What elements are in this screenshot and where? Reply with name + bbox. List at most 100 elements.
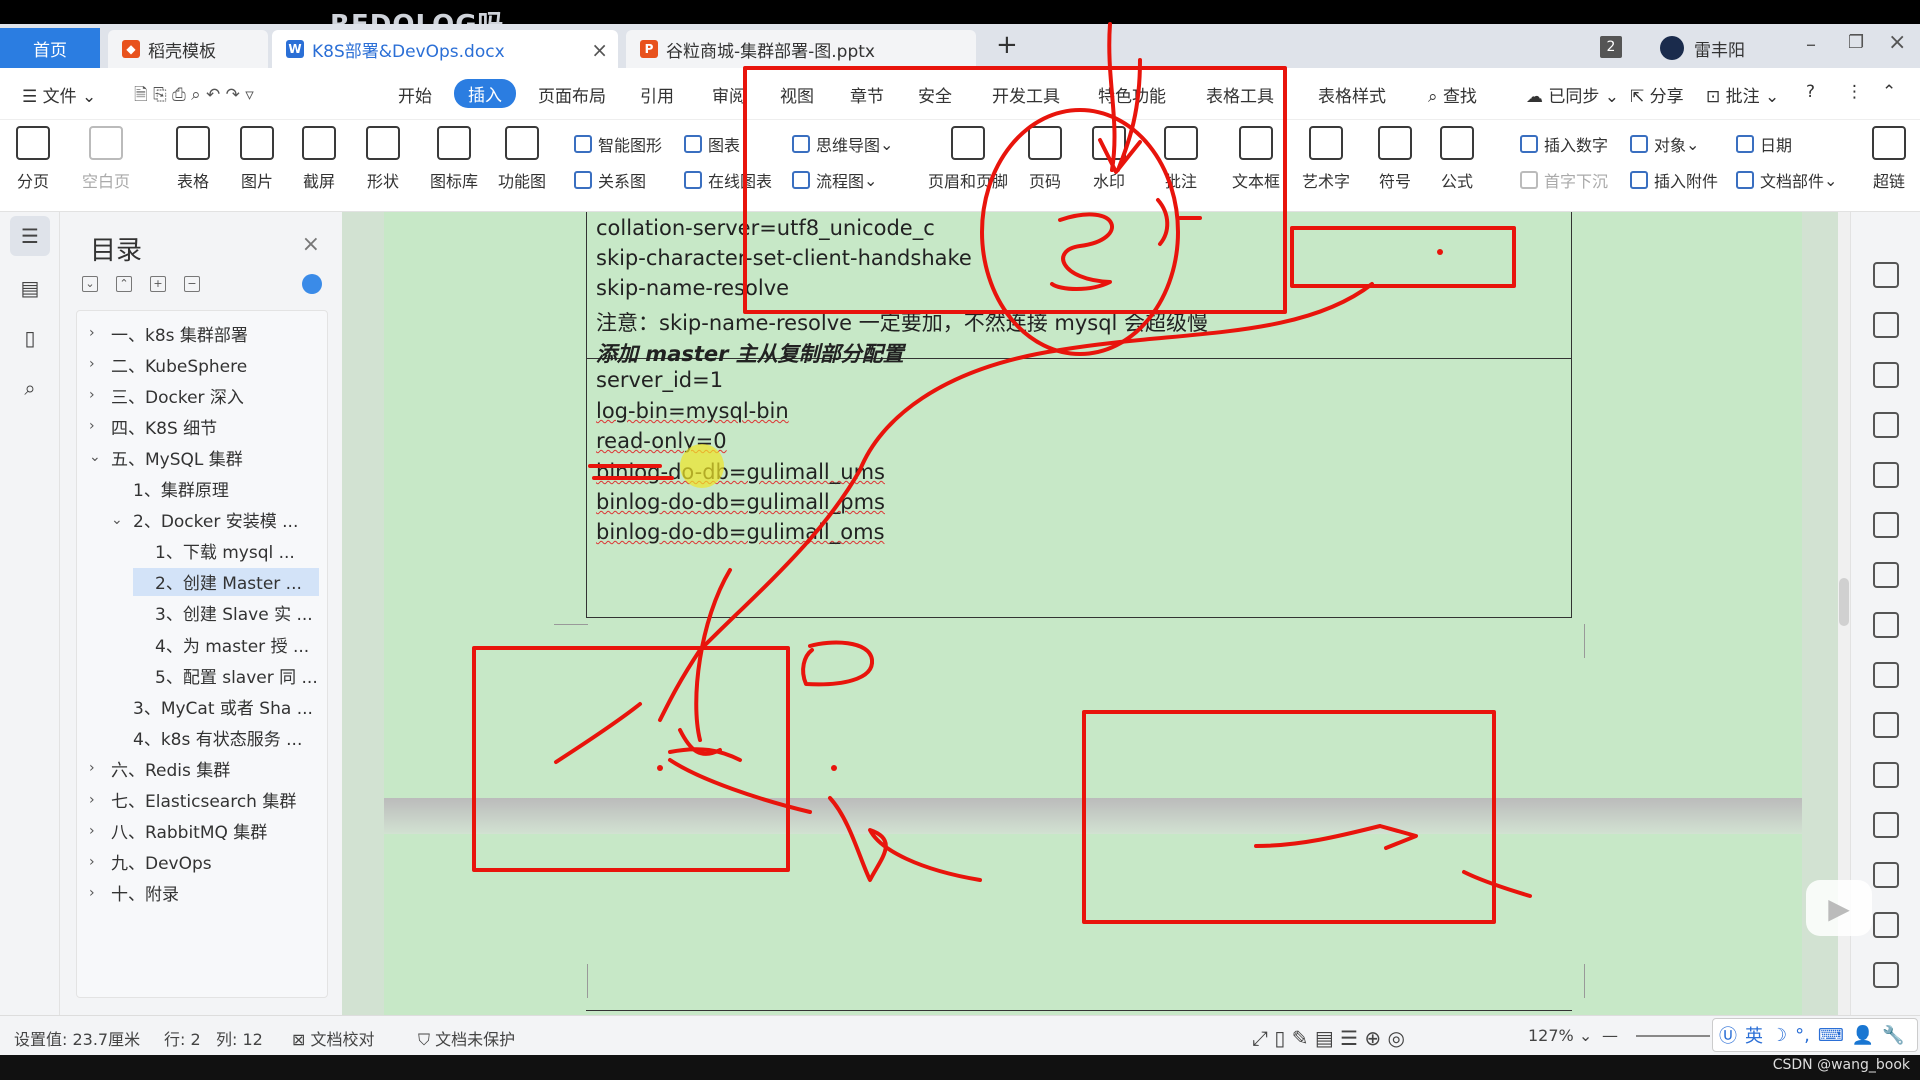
toc-item[interactable]: › 三、Docker 深入 <box>89 381 319 409</box>
chart-panel-icon[interactable] <box>1873 612 1899 638</box>
toc-item[interactable]: 5、配置 slaver 同 ... <box>133 661 319 689</box>
tab-home[interactable]: 首页 <box>0 28 100 68</box>
header-footer-button[interactable]: 页眉和页脚 <box>928 126 1008 192</box>
grid-icon[interactable] <box>1873 562 1899 588</box>
shape-panel-icon[interactable] <box>1873 412 1899 438</box>
menu-devtools[interactable]: 开发工具 <box>992 82 1060 107</box>
share-button[interactable]: ⇱ 分享 <box>1630 82 1684 107</box>
toc-item[interactable]: › 四、K8S 细节 <box>89 412 319 440</box>
toc-item[interactable]: 4、k8s 有状态服务 ... <box>111 723 319 751</box>
toc-item[interactable]: 3、MyCat 或者 Sha ... <box>111 692 319 720</box>
chevron-right-icon[interactable]: › <box>89 854 105 870</box>
flowchart-button[interactable]: 流程图 ⌄ <box>792 168 877 192</box>
chevron-right-icon[interactable]: › <box>89 356 105 372</box>
toc-sync-icon[interactable] <box>302 274 322 294</box>
table-button[interactable]: 表格 <box>176 126 210 192</box>
symbol-button[interactable]: 符号 <box>1378 126 1412 192</box>
section-title[interactable]: 添加 master 主从复制部分配置 <box>596 338 904 368</box>
chevron-right-icon[interactable]: › <box>89 823 105 839</box>
user-name[interactable]: 雷丰阳 <box>1694 36 1745 61</box>
comment-menu[interactable]: ⊡ 批注 ⌄ <box>1706 82 1779 107</box>
chevron-right-icon[interactable]: › <box>89 792 105 808</box>
menu-table-tools[interactable]: 表格工具 <box>1206 82 1274 107</box>
insert-comment-button[interactable]: 批注 <box>1164 126 1198 192</box>
code-line[interactable]: server_id=1 <box>596 368 723 392</box>
ime-toolbar[interactable]: Ⓤ 英 ☽ °, ⌨ 👤 🔧 <box>1712 1018 1918 1052</box>
toc-item[interactable]: 2、创建 Master ... <box>133 567 319 596</box>
code-line[interactable]: binlog-do-db=gulimall_ums <box>596 460 885 484</box>
chevron-right-icon[interactable]: › <box>89 387 105 403</box>
settings-icon[interactable] <box>1873 662 1899 688</box>
menu-file[interactable]: ☰ 文件 ⌄ <box>22 82 96 107</box>
code-line[interactable]: read-only=0 <box>596 429 727 453</box>
collapse-all-icon[interactable]: ⌃ <box>116 276 132 292</box>
style-icon[interactable] <box>1873 362 1899 388</box>
chevron-right-icon[interactable]: › <box>89 418 105 434</box>
more-icon[interactable]: ⋮ <box>1846 82 1863 102</box>
document-canvas[interactable]: collation-server=utf8_unicode_c skip-cha… <box>342 212 1850 1015</box>
smart-shape-button[interactable]: 智能图形 <box>574 132 662 156</box>
bookmark-icon[interactable]: ▯ <box>10 318 50 358</box>
wordart-button[interactable]: 艺术字 <box>1302 126 1350 192</box>
toc-item[interactable]: › 七、Elasticsearch 集群 <box>89 786 319 814</box>
menu-security[interactable]: 安全 <box>918 82 952 107</box>
tab-k8s-doc[interactable]: W K8S部署&DevOps.docx × <box>272 30 618 68</box>
help-icon[interactable]: ? <box>1806 82 1815 102</box>
tab-template[interactable]: ◆ 稻壳模板 <box>108 30 268 68</box>
dropcap-button[interactable]: 首字下沉 <box>1520 168 1608 192</box>
code-line[interactable]: log-bin=mysql-bin <box>596 399 789 423</box>
picture-panel-icon[interactable] <box>1873 912 1899 938</box>
toc-close-icon[interactable]: × <box>302 232 320 257</box>
menu-home[interactable]: 开始 <box>398 82 432 107</box>
page-number-button[interactable]: 页码 <box>1028 126 1062 192</box>
formula-button[interactable]: 公式 <box>1440 126 1474 192</box>
note-line[interactable]: 注意：skip-name-resolve 一定要加，不然连接 mysql 会超级… <box>596 307 1208 337</box>
menu-table-style[interactable]: 表格样式 <box>1318 82 1386 107</box>
icon-library-button[interactable]: 图标库 <box>430 126 478 192</box>
protect-status[interactable]: ⛉ 文档未保护 <box>418 1026 515 1050</box>
tab-pptx[interactable]: P 谷粒商城-集群部署-图.pptx <box>626 30 976 68</box>
add-heading-icon[interactable]: + <box>150 276 166 292</box>
toc-item[interactable]: 3、创建 Slave 实 ... <box>133 599 319 627</box>
hyperlink-button[interactable]: 超链 <box>1872 126 1906 192</box>
sync-status[interactable]: ☁ 已同步 ⌄ <box>1526 82 1619 107</box>
picture-button[interactable]: 图片 <box>240 126 274 192</box>
new-tab-button[interactable]: + <box>996 30 1018 60</box>
expand-all-icon[interactable]: ⌄ <box>82 276 98 292</box>
code-line[interactable]: binlog-do-db=gulimall_pms <box>596 490 885 514</box>
attachment-button[interactable]: 插入附件 <box>1630 168 1718 192</box>
insert-number-button[interactable]: 插入数字 <box>1520 132 1608 156</box>
page-break-button[interactable]: 分页 <box>16 126 50 192</box>
menu-reference[interactable]: 引用 <box>640 82 674 107</box>
play-overlay-icon[interactable]: ▶ <box>1806 880 1872 936</box>
chevron-right-icon[interactable]: › <box>89 885 105 901</box>
toc-item[interactable]: › 八、RabbitMQ 集群 <box>89 817 319 845</box>
shield-icon[interactable] <box>1873 962 1899 988</box>
mindmap-button[interactable]: 思维导图 ⌄ <box>792 132 893 156</box>
image-panel-icon[interactable] <box>1873 712 1899 738</box>
toc-item[interactable]: › 一、k8s 集群部署 <box>89 319 319 347</box>
chevron-right-icon[interactable]: › <box>89 760 105 776</box>
window-close-icon[interactable]: × <box>1888 30 1906 55</box>
menu-layout[interactable]: 页面布局 <box>538 82 606 107</box>
relation-button[interactable]: 关系图 <box>574 168 646 192</box>
search-button[interactable]: ⌕ 查找 <box>1428 82 1477 107</box>
window-count-badge[interactable]: 2 <box>1600 36 1622 58</box>
restore-icon[interactable]: ❐ <box>1848 32 1864 53</box>
blank-page-button[interactable]: 空白页 <box>82 126 130 192</box>
code-line[interactable]: collation-server=utf8_unicode_c <box>596 216 935 240</box>
toc-item[interactable]: ⌄ 2、Docker 安装模 ... <box>111 506 319 534</box>
proofread-button[interactable]: ⊠ 文档校对 <box>292 1026 375 1050</box>
chevron-down-icon[interactable]: ⌄ <box>89 449 105 465</box>
quick-access-icons[interactable]: 🗎 ⎘ ⎙ ⌕ ↶ ↷ ▿ <box>134 82 254 111</box>
zoom-level[interactable]: 127% ⌄ <box>1528 1026 1592 1045</box>
table-panel-icon[interactable] <box>1873 512 1899 538</box>
toc-item[interactable]: › 十、附录 <box>89 879 319 907</box>
remove-heading-icon[interactable]: − <box>184 276 200 292</box>
archive-icon[interactable] <box>1873 862 1899 888</box>
online-chart-button[interactable]: 在线图表 <box>684 168 772 192</box>
menu-review[interactable]: 审阅 <box>712 82 746 107</box>
translate-icon[interactable] <box>1873 812 1899 838</box>
chevron-down-icon[interactable]: ⌄ <box>111 512 127 528</box>
menu-view[interactable]: 视图 <box>780 82 814 107</box>
